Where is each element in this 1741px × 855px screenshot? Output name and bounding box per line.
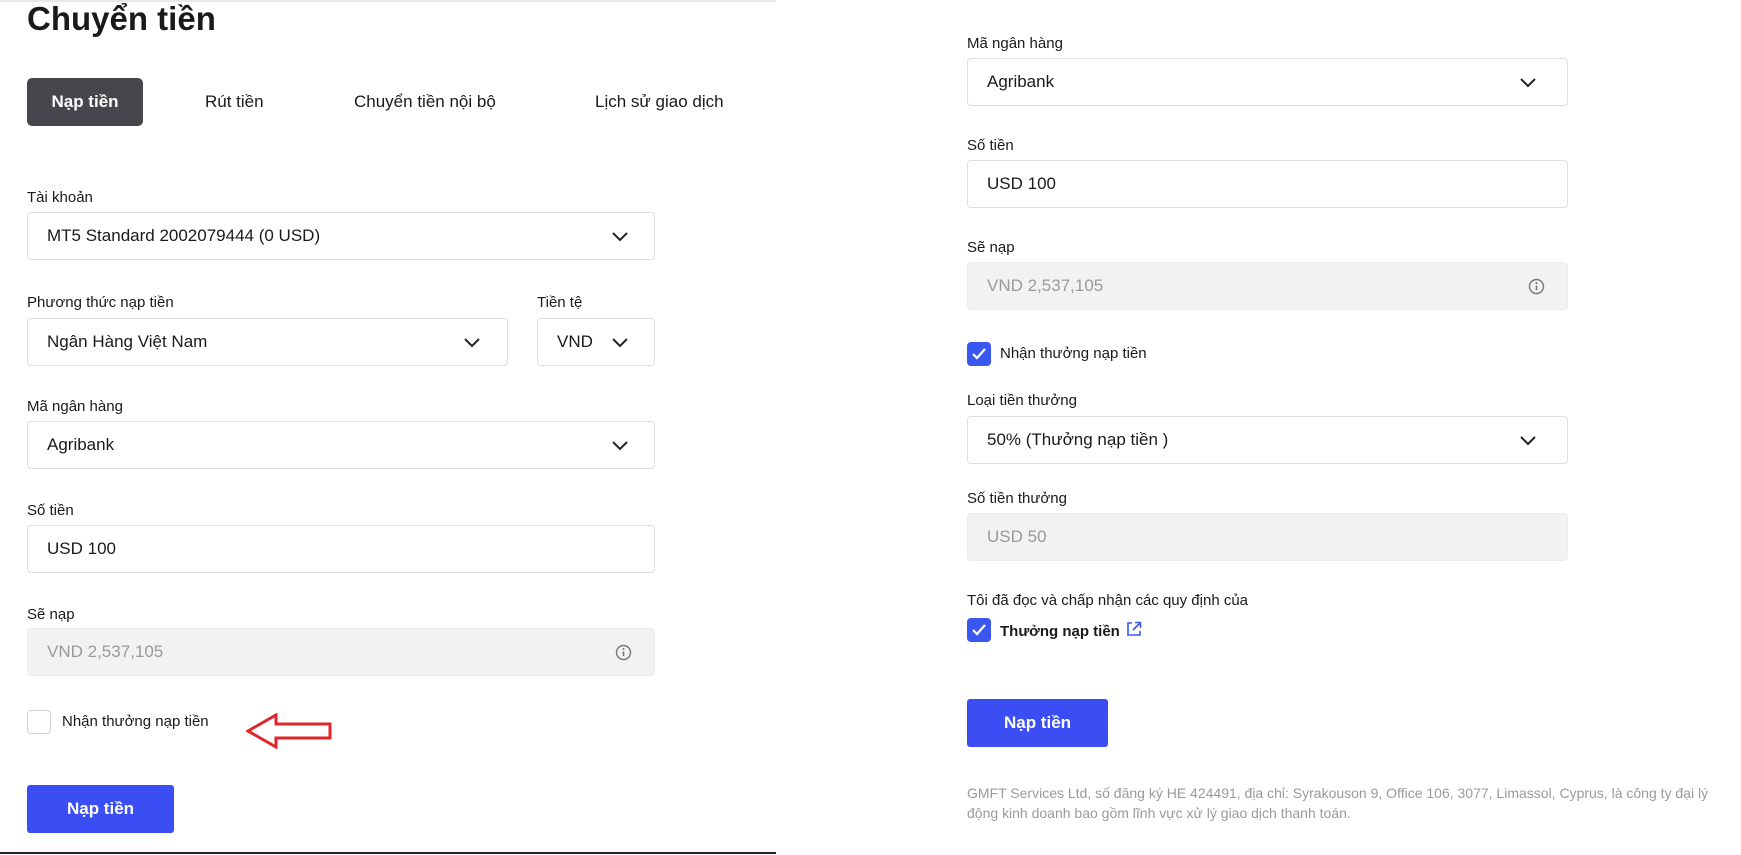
amount-value: USD 100 xyxy=(987,174,1056,193)
tab-deposit[interactable]: Nạp tiền xyxy=(27,78,143,126)
terms-checkbox[interactable] xyxy=(967,618,991,642)
info-icon[interactable] xyxy=(1528,278,1545,295)
tab-withdraw[interactable]: Rút tiền xyxy=(205,78,264,126)
external-link-icon xyxy=(1127,621,1142,636)
will-deposit-value: VND 2,537,105 xyxy=(987,276,1104,295)
tab-internal-transfer[interactable]: Chuyển tiền nội bộ xyxy=(354,78,496,126)
red-arrow-annotation xyxy=(246,713,332,749)
bonus-checkbox-label: Nhận thưởng nạp tiền xyxy=(62,713,209,730)
account-value: MT5 Standard 2002079444 (0 USD) xyxy=(47,226,321,245)
terms-link[interactable]: Thưởng nạp tiền xyxy=(1000,621,1142,640)
currency-label: Tiền tệ xyxy=(537,294,583,311)
check-icon xyxy=(972,624,986,636)
deposit-submit-button[interactable]: Nạp tiền xyxy=(27,785,174,833)
account-label: Tài khoản xyxy=(27,189,93,206)
bonus-type-select[interactable]: 50% (Thưởng nạp tiền ) xyxy=(967,416,1568,464)
page-title: Chuyển tiền xyxy=(27,0,216,37)
chevron-down-icon xyxy=(1520,78,1536,88)
bonus-checkbox[interactable] xyxy=(27,710,51,734)
bonus-checkbox-label: Nhận thưởng nạp tiền xyxy=(1000,345,1147,362)
check-icon xyxy=(972,348,986,360)
bonus-type-label: Loại tiền thưởng xyxy=(967,392,1077,409)
tab-transaction-history[interactable]: Lịch sử giao dịch xyxy=(595,78,724,126)
info-icon[interactable] xyxy=(615,644,632,661)
deposit-submit-button[interactable]: Nạp tiền xyxy=(967,699,1108,747)
account-select[interactable]: MT5 Standard 2002079444 (0 USD) xyxy=(27,212,655,260)
terms-link-label: Thưởng nạp tiền xyxy=(1000,623,1120,640)
chevron-down-icon xyxy=(612,441,628,451)
bonus-type-value: 50% (Thưởng nạp tiền ) xyxy=(987,430,1169,449)
bottom-divider xyxy=(0,852,776,854)
method-value: Ngân Hàng Việt Nam xyxy=(47,332,208,351)
bonus-amount-label: Số tiền thưởng xyxy=(967,490,1067,507)
bonus-checkbox[interactable] xyxy=(967,342,991,366)
bank-select[interactable]: Agribank xyxy=(967,58,1568,106)
amount-label: Số tiền xyxy=(967,137,1014,154)
bank-select[interactable]: Agribank xyxy=(27,421,655,469)
bonus-amount-field: USD 50 xyxy=(967,513,1568,561)
currency-select[interactable]: VND xyxy=(537,318,655,366)
chevron-down-icon xyxy=(612,338,628,348)
footer-company-line1: GMFT Services Ltd, số đăng ký HE 424491,… xyxy=(967,785,1709,801)
method-select[interactable]: Ngân Hàng Việt Nam xyxy=(27,318,508,366)
bonus-amount-value: USD 50 xyxy=(987,527,1047,546)
method-label: Phương thức nạp tiền xyxy=(27,294,174,311)
amount-label: Số tiền xyxy=(27,502,74,519)
chevron-down-icon xyxy=(1520,436,1536,446)
bank-label: Mã ngân hàng xyxy=(27,398,123,415)
amount-value: USD 100 xyxy=(47,539,116,558)
bank-value: Agribank xyxy=(47,435,115,454)
right-panel: Mã ngân hàng Agribank Số tiền USD 100 Sẽ… xyxy=(776,0,1741,855)
terms-text: Tôi đã đọc và chấp nhận các quy định của xyxy=(967,592,1249,609)
will-deposit-label: Sẽ nạp xyxy=(967,239,1015,256)
footer-company-line2: động kinh doanh bao gồm lĩnh vực xử lý g… xyxy=(967,805,1351,821)
amount-input[interactable]: USD 100 xyxy=(967,160,1568,208)
bank-value: Agribank xyxy=(987,72,1055,91)
currency-value: VND xyxy=(557,332,593,351)
will-deposit-field: VND 2,537,105 xyxy=(27,628,655,676)
chevron-down-icon xyxy=(464,338,480,348)
will-deposit-label: Sẽ nạp xyxy=(27,606,75,623)
chevron-down-icon xyxy=(612,232,628,242)
will-deposit-field: VND 2,537,105 xyxy=(967,262,1568,310)
left-panel: Chuyển tiền Nạp tiền Rút tiền Chuyển tiề… xyxy=(0,0,776,855)
bank-label: Mã ngân hàng xyxy=(967,35,1063,52)
amount-input[interactable]: USD 100 xyxy=(27,525,655,573)
will-deposit-value: VND 2,537,105 xyxy=(47,642,164,661)
